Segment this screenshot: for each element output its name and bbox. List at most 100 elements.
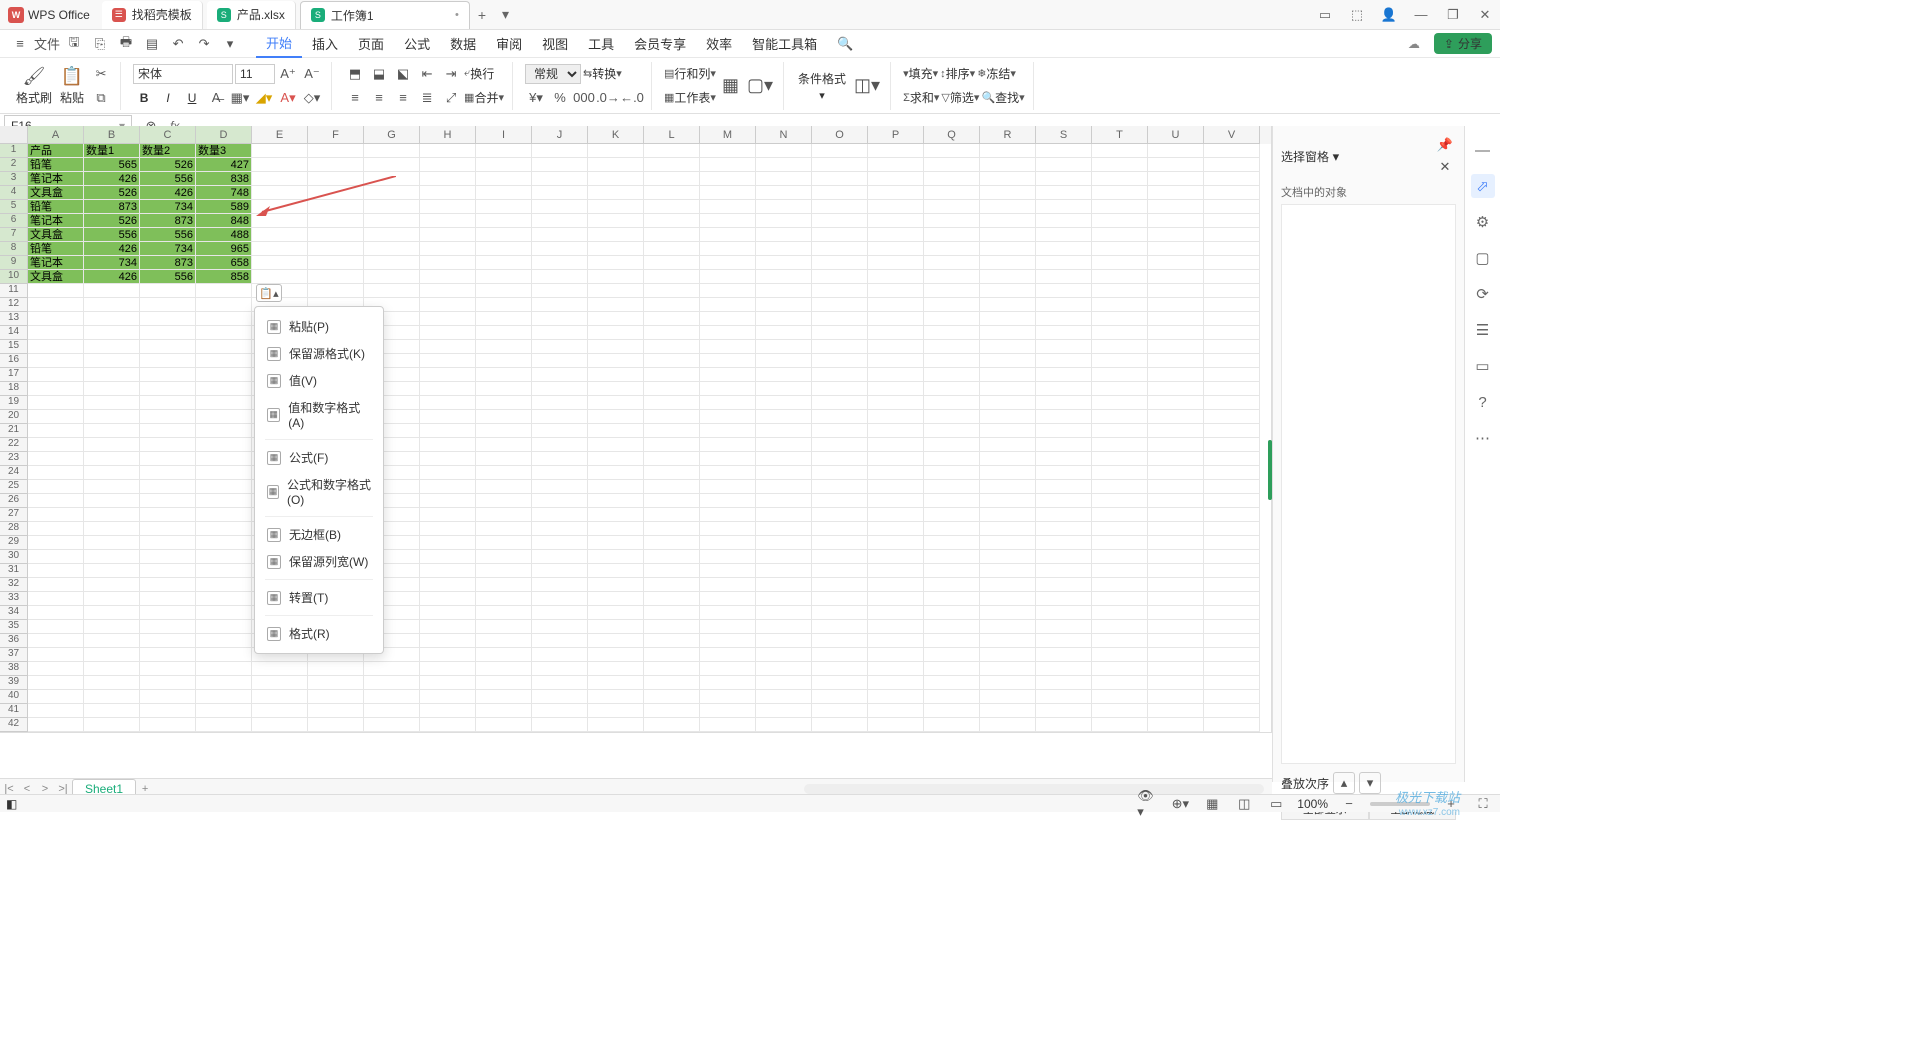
- cell[interactable]: [532, 690, 588, 704]
- cell[interactable]: [1148, 480, 1204, 494]
- cell[interactable]: [308, 256, 364, 270]
- orientation-icon[interactable]: ⤢: [440, 87, 462, 109]
- add-tab-button[interactable]: +: [470, 7, 494, 23]
- cell[interactable]: [532, 270, 588, 284]
- cell[interactable]: [84, 620, 140, 634]
- cell[interactable]: [588, 270, 644, 284]
- cell[interactable]: [252, 256, 308, 270]
- cell[interactable]: [868, 550, 924, 564]
- cell[interactable]: [644, 578, 700, 592]
- cell[interactable]: [1204, 508, 1260, 522]
- cell[interactable]: [476, 270, 532, 284]
- cell[interactable]: [924, 424, 980, 438]
- cell[interactable]: [756, 662, 812, 676]
- cell[interactable]: [700, 354, 756, 368]
- paste-button[interactable]: 📋粘贴: [58, 64, 86, 108]
- select-icon[interactable]: ⬀: [1471, 174, 1495, 198]
- cell[interactable]: [812, 480, 868, 494]
- cell[interactable]: [196, 452, 252, 466]
- cell[interactable]: [644, 494, 700, 508]
- cell[interactable]: 526: [84, 214, 140, 228]
- cell[interactable]: [868, 690, 924, 704]
- cell[interactable]: [532, 284, 588, 298]
- analysis-icon[interactable]: ⟳: [1471, 282, 1495, 306]
- cell[interactable]: [476, 662, 532, 676]
- cell[interactable]: [196, 648, 252, 662]
- cell[interactable]: 556: [140, 172, 196, 186]
- cell[interactable]: [980, 452, 1036, 466]
- align-center-icon[interactable]: ≡: [368, 87, 390, 109]
- cell[interactable]: [532, 550, 588, 564]
- cell[interactable]: [700, 452, 756, 466]
- cell[interactable]: [924, 648, 980, 662]
- cell[interactable]: [588, 452, 644, 466]
- cell[interactable]: [140, 368, 196, 382]
- cell[interactable]: [140, 550, 196, 564]
- cell[interactable]: [476, 494, 532, 508]
- cell[interactable]: [476, 452, 532, 466]
- cell[interactable]: [644, 158, 700, 172]
- cell[interactable]: [28, 298, 84, 312]
- property-icon[interactable]: ▢: [1471, 246, 1495, 270]
- cell[interactable]: [868, 200, 924, 214]
- cell[interactable]: [476, 718, 532, 732]
- cell[interactable]: [812, 564, 868, 578]
- cell[interactable]: [588, 382, 644, 396]
- cell[interactable]: [28, 536, 84, 550]
- cell[interactable]: [1148, 718, 1204, 732]
- cell[interactable]: [1148, 564, 1204, 578]
- cell[interactable]: [1204, 186, 1260, 200]
- worksheet-button[interactable]: ▦工作表▾: [664, 87, 716, 109]
- cell[interactable]: [1204, 704, 1260, 718]
- cell[interactable]: [28, 480, 84, 494]
- cell[interactable]: 838: [196, 172, 252, 186]
- cell[interactable]: [1036, 284, 1092, 298]
- tab-formula[interactable]: 公式: [394, 30, 440, 58]
- cell[interactable]: 铅笔: [28, 242, 84, 256]
- cell[interactable]: [1204, 466, 1260, 480]
- row-header[interactable]: 18: [0, 382, 28, 396]
- cell[interactable]: [84, 284, 140, 298]
- col-header[interactable]: C: [140, 126, 196, 144]
- cell[interactable]: [588, 606, 644, 620]
- cell[interactable]: [1036, 410, 1092, 424]
- cell[interactable]: [28, 396, 84, 410]
- find-button[interactable]: 🔍查找▾: [981, 87, 1024, 109]
- cell[interactable]: [924, 172, 980, 186]
- cell[interactable]: [420, 606, 476, 620]
- cell[interactable]: [588, 522, 644, 536]
- cell[interactable]: [924, 536, 980, 550]
- cell[interactable]: [28, 424, 84, 438]
- cell[interactable]: [84, 410, 140, 424]
- cell[interactable]: [1092, 158, 1148, 172]
- cell[interactable]: [532, 298, 588, 312]
- cell[interactable]: [1148, 410, 1204, 424]
- cell[interactable]: [644, 298, 700, 312]
- cell[interactable]: [980, 284, 1036, 298]
- cell[interactable]: [980, 214, 1036, 228]
- cell[interactable]: [868, 410, 924, 424]
- tab-list-dropdown[interactable]: ▾: [494, 6, 517, 23]
- cell[interactable]: [84, 354, 140, 368]
- cell[interactable]: [1204, 452, 1260, 466]
- cell[interactable]: [756, 312, 812, 326]
- cell[interactable]: [1092, 186, 1148, 200]
- cell[interactable]: [84, 466, 140, 480]
- cell[interactable]: [1036, 452, 1092, 466]
- cell[interactable]: [252, 704, 308, 718]
- cell[interactable]: [644, 228, 700, 242]
- cell[interactable]: [868, 522, 924, 536]
- cell[interactable]: [812, 186, 868, 200]
- undo-icon[interactable]: ↶: [166, 32, 190, 56]
- cell[interactable]: [756, 718, 812, 732]
- cell[interactable]: [756, 242, 812, 256]
- cell[interactable]: [1204, 410, 1260, 424]
- cell[interactable]: [420, 494, 476, 508]
- cell[interactable]: [420, 676, 476, 690]
- cell[interactable]: [1092, 270, 1148, 284]
- cell[interactable]: [1092, 354, 1148, 368]
- cell[interactable]: [1204, 214, 1260, 228]
- cell[interactable]: [1092, 606, 1148, 620]
- cell[interactable]: [140, 648, 196, 662]
- row-header[interactable]: 40: [0, 690, 28, 704]
